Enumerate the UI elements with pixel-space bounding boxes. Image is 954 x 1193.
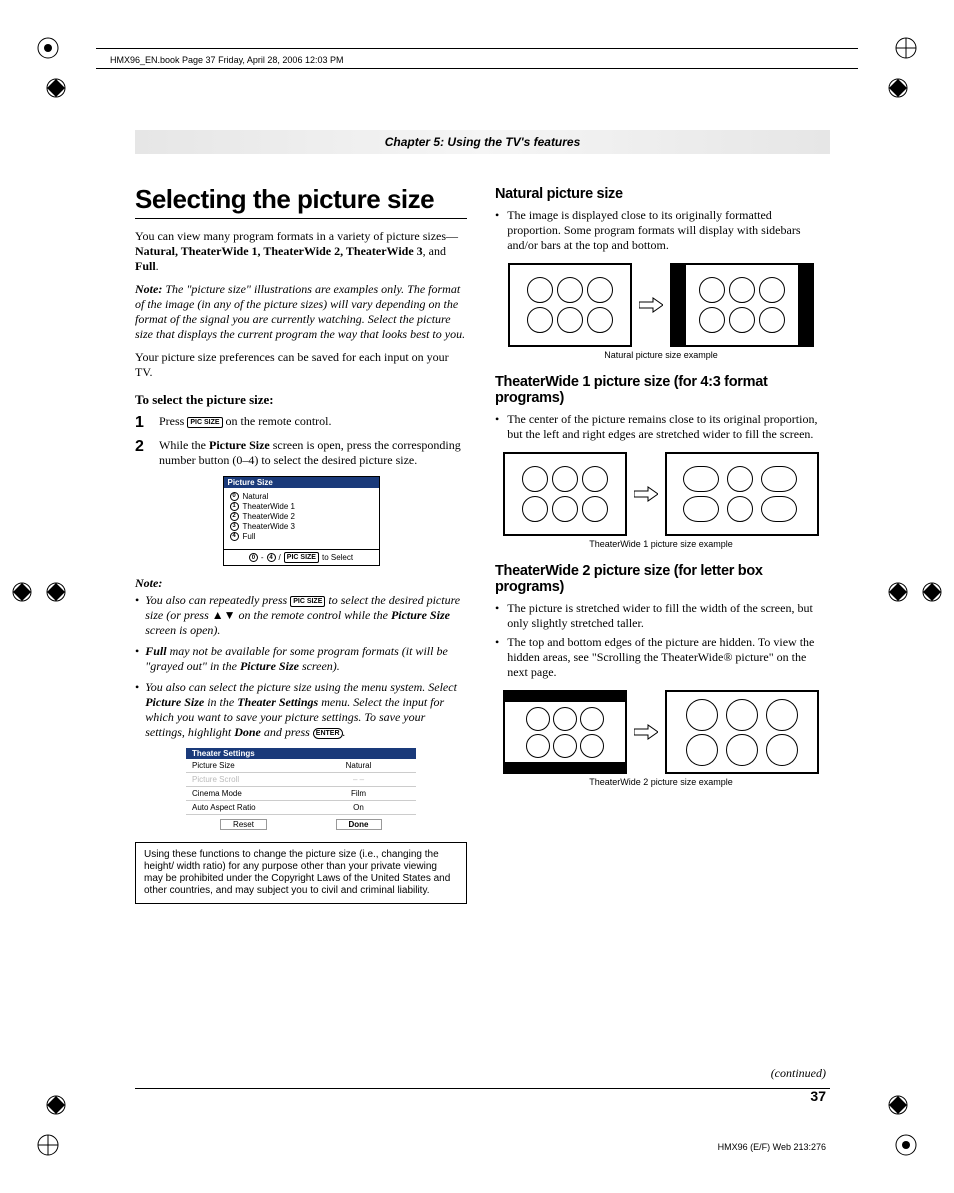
tw2-bullet-2: •The top and bottom edges of the picture… [495,635,827,680]
right-column: Natural picture size •The image is displ… [495,184,827,904]
pref-paragraph: Your picture size preferences can be sav… [135,350,467,380]
crop-mark-icon [44,580,68,604]
legal-notice: Using these functions to change the pict… [135,842,467,904]
tw1-bullet: •The center of the picture remains close… [495,412,827,442]
crop-mark-icon [920,580,944,604]
menu-title: Picture Size [224,477,379,488]
crop-mark-icon [886,580,910,604]
intro-paragraph: You can view many program formats in a v… [135,229,467,274]
natural-diagram [495,263,827,347]
natural-bullet: •The image is displayed close to its ori… [495,208,827,253]
arrow-right-icon [633,485,659,503]
continued-label: (continued) [771,1066,826,1081]
tw1-diagram [495,452,827,536]
tw2-bullet-1: •The picture is stretched wider to fill … [495,601,827,631]
tw1-caption: TheaterWide 1 picture size example [495,539,827,549]
tw2-diagram [495,690,827,774]
to-select-heading: To select the picture size: [135,392,467,408]
picture-size-menu: Picture Size 0Natural 1TheaterWide 1 2Th… [223,476,380,566]
tw2-caption: TheaterWide 2 picture size example [495,777,827,787]
page-title: Selecting the picture size [135,184,467,215]
header-rule-bottom [96,68,858,69]
crop-mark-icon [886,1093,910,1117]
crop-mark-icon [886,76,910,100]
crop-mark-icon [894,36,918,60]
chapter-heading-bar: Chapter 5: Using the TV's features [135,130,830,154]
picsize-button-icon: PIC SIZE [290,596,325,607]
note-bullet-2: • Full may not be available for some pro… [135,644,467,674]
footer-rule [135,1088,830,1089]
natural-heading: Natural picture size [495,186,827,202]
crop-mark-icon [894,1133,918,1157]
tw1-heading: TheaterWide 1 picture size (for 4:3 form… [495,374,827,406]
arrow-right-icon [633,723,659,741]
note-bullet-1: • You also can repeatedly press PIC SIZE… [135,593,467,638]
footer-code: HMX96 (E/F) Web 213:276 [718,1142,826,1152]
crop-mark-icon [44,1093,68,1117]
crop-mark-icon [44,76,68,100]
note-label-2: Note: [135,576,467,591]
note-bullet-3: • You also can select the picture size u… [135,680,467,740]
arrow-right-icon [638,296,664,314]
natural-caption: Natural picture size example [495,350,827,360]
enter-button-icon: ENTER [313,728,343,739]
title-rule [135,218,467,219]
crop-mark-icon [36,1133,60,1157]
header-rule-top [96,48,858,49]
page-number: 37 [810,1088,826,1104]
note-paragraph: Note: The "picture size" illustrations a… [135,282,467,342]
crop-mark-icon [36,36,60,60]
theater-settings-menu: Theater Settings Picture SizeNatural Pic… [186,748,416,832]
tw2-heading: TheaterWide 2 picture size (for letter b… [495,563,827,595]
picsize-button-icon: PIC SIZE [187,417,222,428]
crop-mark-icon [10,580,34,604]
step-1: 1 Press PIC SIZE on the remote control. [135,414,467,432]
framemaker-header: HMX96_EN.book Page 37 Friday, April 28, … [110,55,343,65]
left-column: Selecting the picture size You can view … [135,184,467,904]
step-2: 2 While the Picture Size screen is open,… [135,438,467,468]
chapter-heading: Chapter 5: Using the TV's features [385,135,581,149]
